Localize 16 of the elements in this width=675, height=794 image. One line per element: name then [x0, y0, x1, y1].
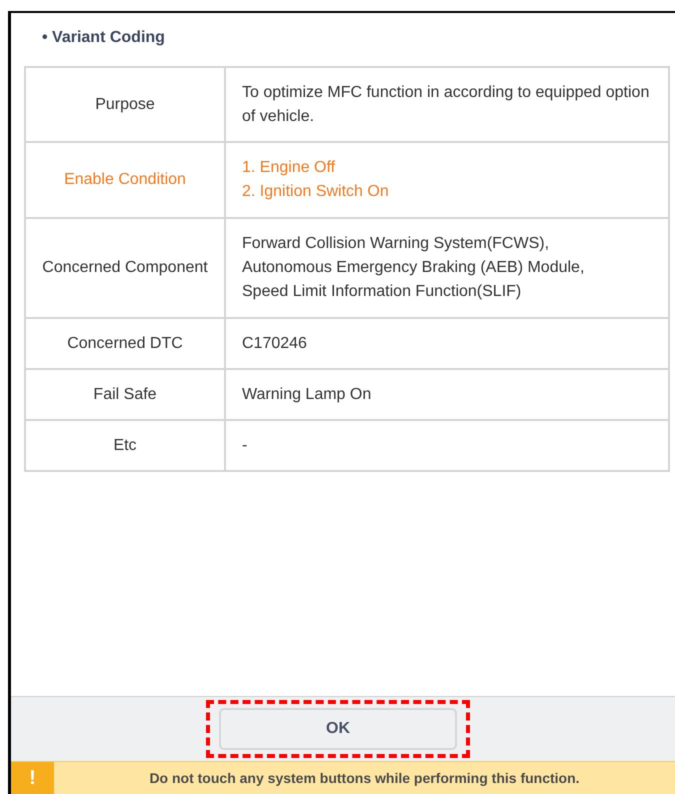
- row-value: -: [225, 420, 669, 471]
- row-value: C170246: [225, 318, 669, 369]
- row-value: Warning Lamp On: [225, 369, 669, 420]
- row-label: Fail Safe: [25, 369, 225, 420]
- row-value: 1. Engine Off 2. Ignition Switch On: [225, 142, 669, 218]
- row-label: Etc: [25, 420, 225, 471]
- row-label: Concerned DTC: [25, 318, 225, 369]
- row-label: Concerned Component: [25, 218, 225, 318]
- warning-icon: !: [11, 762, 54, 794]
- section-title: • Variant Coding: [42, 29, 165, 47]
- ok-button[interactable]: OK: [219, 708, 457, 750]
- row-value: To optimize MFC function in according to equipped option of vehicle.: [225, 67, 669, 142]
- row-label: Enable Condition: [25, 142, 225, 218]
- warning-text: Do not touch any system buttons while performing this function.: [148, 770, 581, 786]
- row-label: Purpose: [25, 67, 225, 142]
- row-value: Forward Collision Warning System(FCWS), Autonomous Emergency Braking (AEB) Module, Speed Limit Information Function(SLIF): [225, 218, 669, 318]
